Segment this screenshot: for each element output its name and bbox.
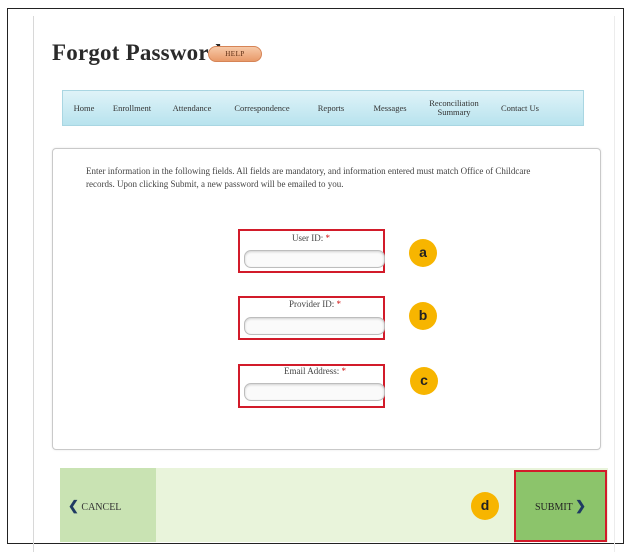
email-address-label-text: Email Address: (284, 366, 340, 376)
required-asterisk: * (341, 366, 347, 376)
marker-d: d (471, 492, 499, 520)
nav-item-correspondence[interactable]: Correspondence (223, 103, 301, 113)
submit-button[interactable]: SUBMIT ❯ (514, 470, 607, 542)
chevron-right-icon: ❯ (575, 498, 586, 513)
user-id-label: User ID: * (236, 233, 386, 243)
cancel-button[interactable]: ❮ CANCEL (68, 498, 121, 514)
page-title: Forgot Password (52, 40, 222, 65)
nav-item-contact-us[interactable]: Contact Us (491, 103, 549, 113)
nav-item-reconciliation-summary[interactable]: Reconciliation Summary (423, 99, 485, 117)
nav-item-messages[interactable]: Messages (363, 103, 417, 113)
user-id-input[interactable] (244, 250, 385, 268)
chevron-left-icon: ❮ (68, 498, 79, 513)
provider-id-input[interactable] (244, 317, 385, 335)
nav-item-home[interactable]: Home (67, 103, 101, 113)
help-button[interactable]: HELP (208, 46, 262, 62)
required-asterisk: * (336, 299, 342, 309)
marker-a: a (409, 239, 437, 267)
nav-item-attendance[interactable]: Attendance (164, 103, 220, 113)
email-address-label: Email Address: * (240, 366, 390, 376)
main-nav: Home Enrollment Attendance Correspondenc… (62, 90, 584, 126)
cancel-label: CANCEL (81, 502, 122, 513)
email-address-input[interactable] (244, 383, 385, 401)
required-asterisk: * (325, 233, 331, 243)
submit-label: SUBMIT (534, 502, 573, 513)
marker-c: c (410, 367, 438, 395)
instructions-text: Enter information in the following field… (86, 166, 531, 189)
user-id-label-text: User ID: (292, 233, 324, 243)
provider-id-label-text: Provider ID: (289, 299, 335, 309)
nav-item-enrollment[interactable]: Enrollment (105, 103, 159, 113)
nav-item-reports[interactable]: Reports (307, 103, 355, 113)
marker-b: b (409, 302, 437, 330)
provider-id-label: Provider ID: * (240, 299, 390, 309)
